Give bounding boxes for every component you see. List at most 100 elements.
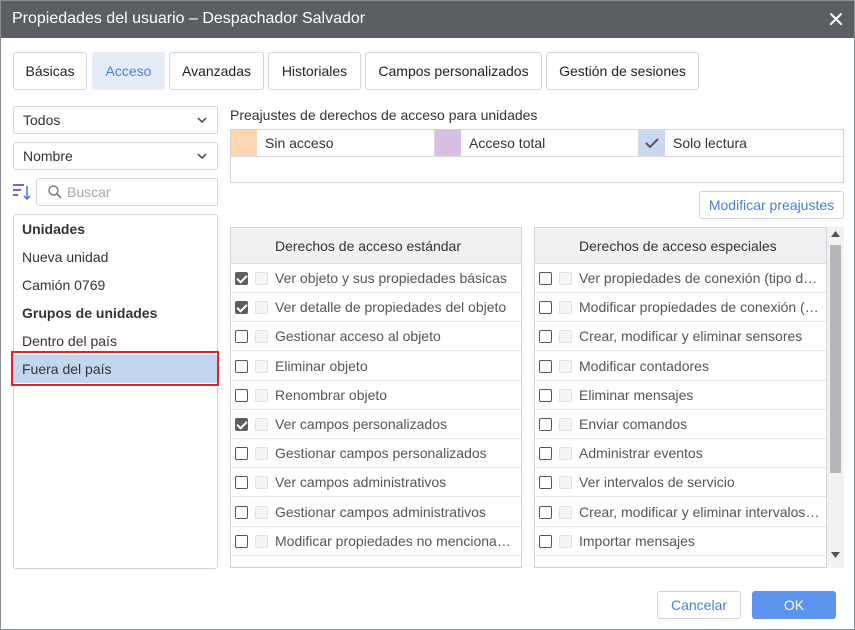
rights-checkbox[interactable] [539, 359, 552, 373]
chevron-down-icon [197, 117, 207, 123]
modify-presets-button[interactable]: Modificar preajustes [699, 191, 844, 219]
row-label: Eliminar objeto [275, 357, 368, 374]
rights-checkbox[interactable] [235, 301, 248, 315]
table-row: Enviar comandos [535, 410, 826, 439]
preset-swatch [231, 130, 257, 156]
row-label: Modificar propiedades no mencionadas [275, 532, 515, 549]
inherited-checkbox [559, 418, 572, 431]
rights-checkbox[interactable] [539, 476, 552, 490]
tab-acceso[interactable]: Acceso [92, 52, 165, 90]
row-label: Ver campos administrativos [275, 474, 447, 491]
ok-button[interactable]: OK [752, 591, 836, 619]
close-icon[interactable] [826, 9, 846, 29]
table-row: Gestionar acceso al objeto [231, 322, 521, 352]
table-row: Modificar propiedades no mencionadas [231, 527, 521, 556]
rights-checkbox[interactable] [539, 505, 552, 519]
user-properties-dialog: Propiedades del usuario – Despachador Sa… [0, 0, 855, 630]
row-label: Renombrar objeto [275, 386, 388, 403]
inherited-checkbox [559, 330, 572, 344]
rights-checkbox[interactable] [539, 418, 552, 431]
table-row: Ver propiedades de conexión (tipo de dis… [535, 264, 826, 293]
table-row: Crear, modificar y eliminar sensores [535, 322, 826, 352]
row-label: Modificar propiedades de conexión (tipo … [579, 299, 820, 316]
row-label: Ver detalle de propiedades del objeto [275, 299, 507, 316]
rights-checkbox[interactable] [235, 534, 248, 548]
tab-gestion-de-sesiones[interactable]: Gestión de sesiones [546, 52, 699, 90]
rights-checkbox[interactable] [235, 505, 248, 519]
rights-checkbox[interactable] [539, 301, 552, 315]
rights-checkbox[interactable] [235, 330, 248, 344]
row-label: Crear, modificar y eliminar intervalos d… [579, 503, 820, 520]
preset-swatch [639, 130, 665, 156]
rights-checkbox[interactable] [539, 388, 552, 402]
table-row: Renombrar objeto [231, 381, 521, 410]
inherited-checkbox [559, 388, 572, 402]
rights-checkbox[interactable] [539, 272, 552, 285]
preset-solo-lectura[interactable]: Solo lectura [639, 130, 843, 157]
type-filter-value: Todos [23, 112, 61, 128]
list-item-selected[interactable]: Fuera del país [14, 355, 217, 383]
scrollbar[interactable] [827, 227, 844, 568]
list-item[interactable]: Dentro del país [14, 327, 217, 355]
standard-rights-table: Derechos de acceso estándar Ver objeto y… [230, 227, 522, 568]
inherited-checkbox [255, 272, 268, 285]
table-row: Ver campos personalizados [231, 410, 521, 439]
preset-acceso-total[interactable]: Acceso total [435, 130, 639, 157]
table-row: Importar mensajes [535, 527, 826, 556]
table-row: Modificar propiedades de conexión (tipo … [535, 293, 826, 323]
list-header-grupos: Grupos de unidades [22, 305, 158, 321]
inherited-checkbox [559, 447, 572, 461]
scroll-up-icon[interactable] [831, 231, 840, 237]
inherited-checkbox [255, 505, 268, 519]
inherited-checkbox [255, 301, 268, 315]
rights-checkbox[interactable] [235, 388, 248, 402]
inherited-checkbox [255, 418, 268, 431]
type-filter-select[interactable]: Todos [13, 106, 218, 134]
cancel-button[interactable]: Cancelar [657, 591, 741, 619]
tab-avanzadas[interactable]: Avanzadas [169, 52, 264, 90]
table-row: Gestionar campos administrativos [231, 498, 521, 527]
sort-order-icon[interactable] [13, 183, 31, 201]
inherited-checkbox [255, 359, 268, 373]
rights-checkbox[interactable] [539, 330, 552, 344]
rights-checkbox[interactable] [539, 447, 552, 461]
dialog-title: Propiedades del usuario – Despachador Sa… [12, 10, 366, 27]
sort-select[interactable]: Nombre [13, 142, 218, 170]
tab-basicas[interactable]: Básicas [13, 52, 87, 90]
row-label: Enviar comandos [579, 416, 688, 432]
presets-panel: Sin acceso Acceso total Solo lectura [230, 129, 844, 183]
table-row: Eliminar objeto [231, 352, 521, 381]
inherited-checkbox [559, 476, 572, 490]
row-label: Ver objeto y sus propiedades básicas [275, 270, 507, 286]
row-label: Administrar eventos [579, 445, 703, 462]
preset-swatch [435, 130, 461, 156]
tab-historiales[interactable]: Historiales [268, 52, 361, 90]
row-label: Crear, modificar y eliminar sensores [579, 328, 803, 345]
row-label: Importar mensajes [579, 532, 695, 549]
rights-checkbox[interactable] [235, 272, 248, 285]
row-label: Eliminar mensajes [579, 386, 694, 403]
tab-campos-personalizados[interactable]: Campos personalizados [365, 52, 542, 90]
rights-checkbox[interactable] [539, 534, 552, 548]
table-row: Ver campos administrativos [231, 468, 521, 498]
list-item[interactable]: Nueva unidad [14, 243, 217, 271]
rights-checkbox[interactable] [235, 359, 248, 373]
inherited-checkbox [559, 359, 572, 373]
inherited-checkbox [255, 447, 268, 461]
scroll-down-icon[interactable] [831, 552, 840, 558]
rights-checkbox[interactable] [235, 476, 248, 490]
table-row: Ver objeto y sus propiedades básicas [231, 264, 521, 293]
search-input[interactable] [65, 182, 210, 202]
row-label: Modificar contadores [579, 357, 709, 374]
list-item[interactable]: Camión 0769 [14, 271, 217, 299]
rights-checkbox[interactable] [235, 418, 248, 431]
table-row: Crear, modificar y eliminar intervalos d… [535, 498, 826, 527]
scrollbar-thumb[interactable] [830, 245, 841, 473]
search-field[interactable] [36, 178, 218, 206]
rights-checkbox[interactable] [235, 447, 248, 461]
special-rights-header: Derechos de acceso especiales [535, 228, 826, 264]
row-label: Gestionar acceso al objeto [275, 328, 441, 345]
inherited-checkbox [559, 301, 572, 315]
preset-sin-acceso[interactable]: Sin acceso [231, 130, 435, 157]
preset-label: Sin acceso [265, 135, 334, 151]
